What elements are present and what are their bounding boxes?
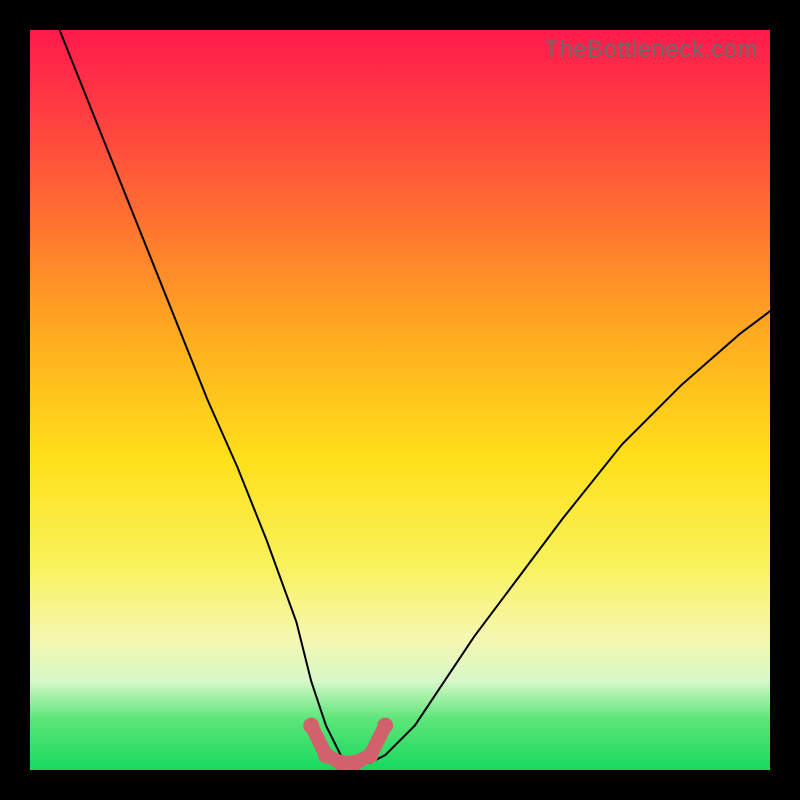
highlight-dot <box>362 747 378 763</box>
highlight-dot <box>303 718 319 734</box>
bottleneck-curve <box>60 30 770 763</box>
highlight-dot <box>318 747 334 763</box>
highlight-dot <box>348 755 364 770</box>
chart-frame: TheBottleneck.com <box>0 0 800 800</box>
highlight-dot <box>377 718 393 734</box>
plot-area: TheBottleneck.com <box>30 30 770 770</box>
chart-svg <box>30 30 770 770</box>
highlight-dot <box>333 755 349 770</box>
